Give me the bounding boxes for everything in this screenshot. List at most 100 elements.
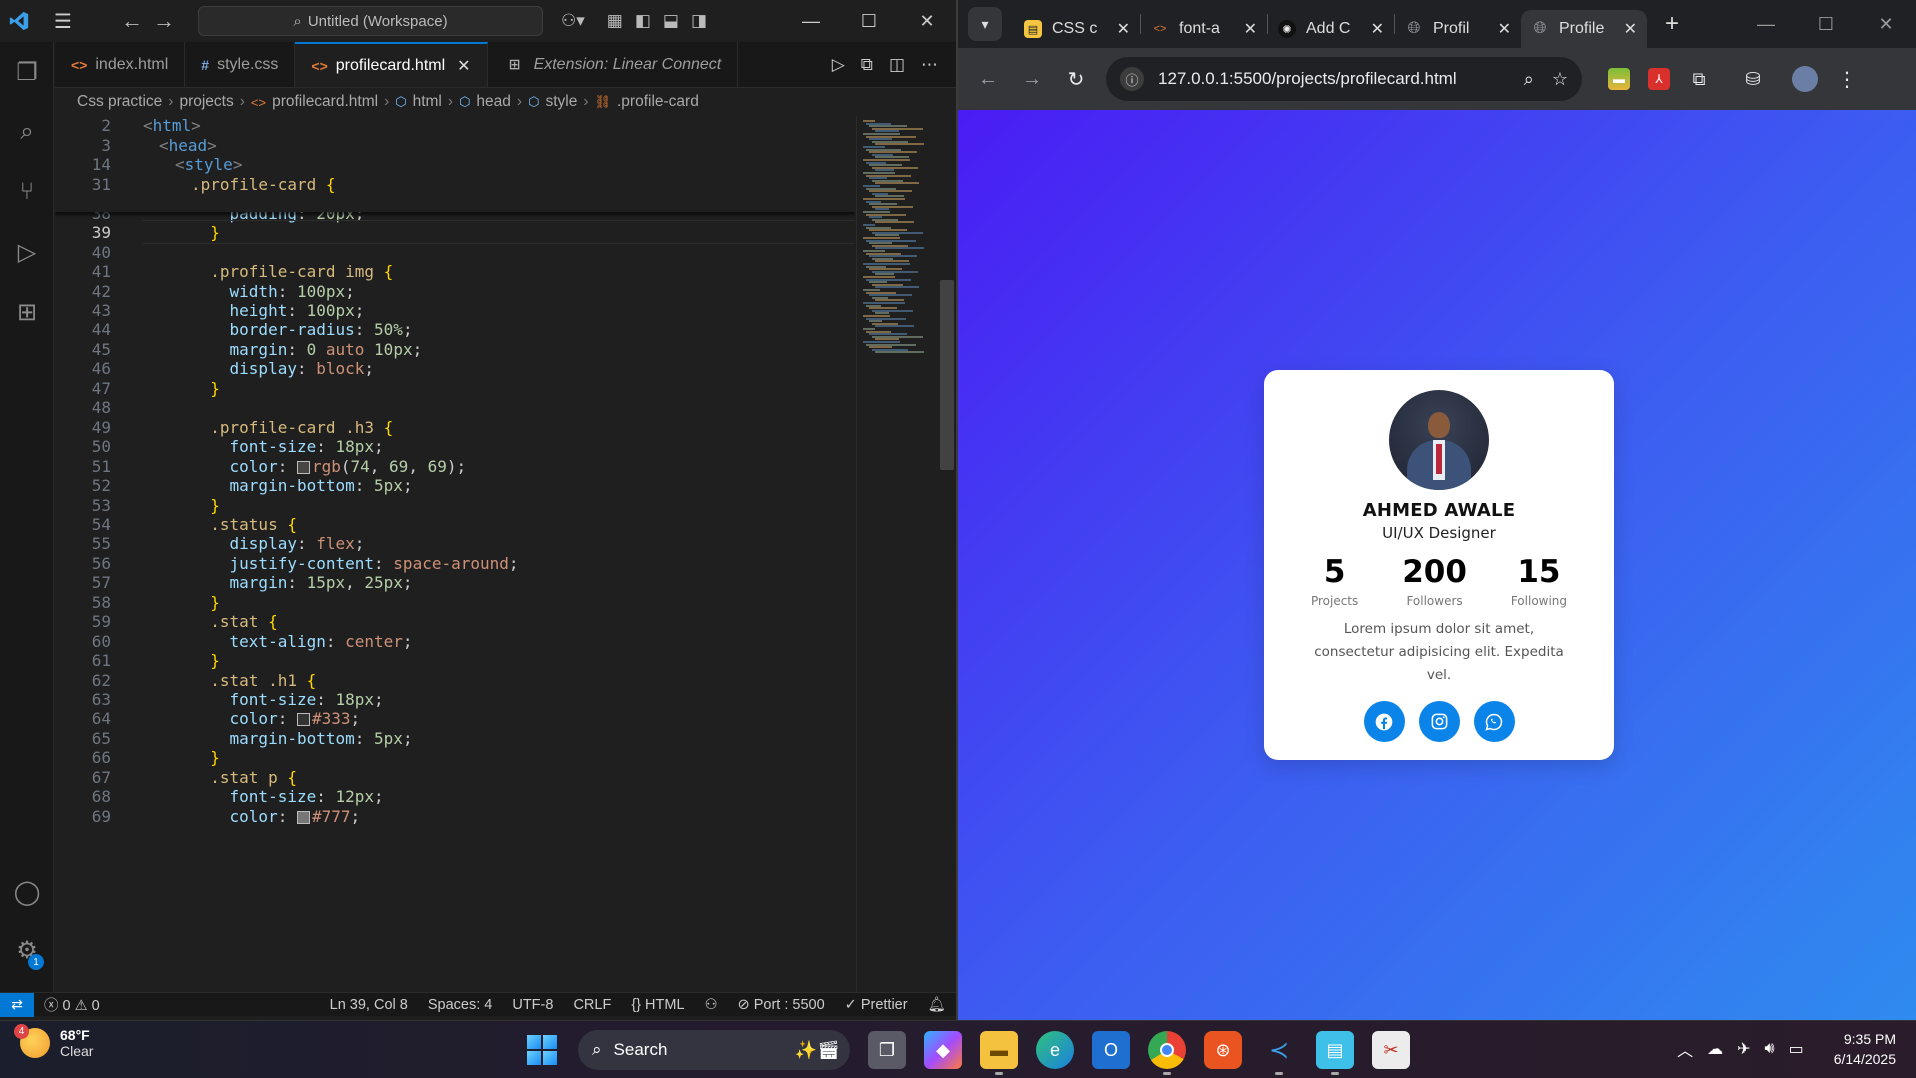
hamburger-menu-icon[interactable]: ☰: [38, 9, 88, 34]
instagram-icon[interactable]: [1418, 701, 1460, 742]
run-debug-icon[interactable]: ▷: [0, 222, 54, 282]
encoding[interactable]: UTF-8: [502, 997, 563, 1013]
extensions-icon[interactable]: ⊞: [0, 282, 54, 342]
command-center-search[interactable]: ⌕ Untitled (Workspace): [198, 6, 543, 36]
prettier-status[interactable]: ✓ Prettier: [835, 997, 918, 1013]
search-icon[interactable]: ⌕: [0, 102, 54, 162]
close-tab-icon[interactable]: ✕: [1498, 19, 1511, 39]
tab-extension-linear-connect[interactable]: ⊞ Extension: Linear Connect: [488, 42, 739, 87]
snipping-tool-icon[interactable]: ✂: [1372, 1031, 1410, 1069]
browser-tab[interactable]: 🌐︎ Profil ✕: [1395, 10, 1521, 48]
copilot-icon[interactable]: ⚇▾: [561, 11, 585, 31]
bookmark-star-icon[interactable]: ☆: [1552, 69, 1568, 90]
tab-index-html[interactable]: <> index.html: [55, 42, 186, 87]
extension-dictionary-icon[interactable]: ▬: [1608, 68, 1630, 90]
back-arrow-icon[interactable]: ←: [116, 8, 148, 34]
browser-tab[interactable]: ▤ CSS c ✕: [1014, 10, 1140, 48]
browser-menu-icon[interactable]: ⋮: [1836, 68, 1858, 91]
indentation[interactable]: Spaces: 4: [418, 997, 503, 1013]
weather-widget[interactable]: 4 68°F Clear: [14, 1024, 93, 1059]
editor-scrollbar[interactable]: [940, 280, 954, 470]
tab-style-css[interactable]: # style.css: [185, 42, 296, 87]
address-bar[interactable]: ⓘ 127.0.0.1:5500/projects/profilecard.ht…: [1106, 57, 1582, 101]
cursor-position[interactable]: Ln 39, Col 8: [320, 997, 418, 1013]
browser-tab-active[interactable]: 🌐︎ Profile ✕: [1521, 10, 1647, 48]
zoom-icon[interactable]: ⌕: [1524, 69, 1534, 90]
tab-search-dropdown-icon[interactable]: ▾: [968, 7, 1002, 41]
tab-profilecard-html[interactable]: <> profilecard.html ✕: [295, 42, 488, 87]
close-tab-icon[interactable]: ✕: [1117, 19, 1130, 39]
breadcrumb-item[interactable]: head: [476, 93, 510, 111]
battery-icon[interactable]: ▭: [1789, 1039, 1804, 1059]
extension-pdf-icon[interactable]: ⅄: [1648, 68, 1670, 90]
layout-customize-icon[interactable]: ▦: [607, 11, 623, 31]
forward-arrow-icon[interactable]: →: [148, 8, 180, 34]
onedrive-cloud-icon[interactable]: ☁: [1707, 1039, 1723, 1059]
close-tab-icon[interactable]: ✕: [1371, 19, 1384, 39]
notepad-icon[interactable]: ▤: [1316, 1031, 1354, 1075]
ubuntu-icon[interactable]: ⊛: [1204, 1031, 1242, 1069]
browser-tab[interactable]: <> font-a ✕: [1141, 10, 1267, 48]
code-line[interactable]: 69 color: #777;: [55, 804, 360, 828]
forward-arrow-icon[interactable]: →: [1010, 68, 1054, 91]
close-tab-icon[interactable]: ✕: [1624, 19, 1637, 39]
notifications-bell-icon[interactable]: 🔔︎: [918, 996, 956, 1013]
back-arrow-icon[interactable]: ←: [966, 68, 1010, 91]
code-editor[interactable]: 2 <html> 3 <head> 14 <style> 31 .profile-card {…: [55, 116, 855, 992]
outlook-icon[interactable]: O: [1092, 1031, 1130, 1069]
close-tab-icon[interactable]: ✕: [1244, 19, 1257, 39]
language-mode[interactable]: {} HTML: [621, 997, 694, 1013]
maximize-button[interactable]: ☐: [840, 11, 898, 32]
edge-browser-icon[interactable]: e: [1036, 1031, 1074, 1069]
minimap[interactable]: [856, 116, 938, 992]
breadcrumb-item[interactable]: style: [545, 93, 577, 111]
copilot-app-icon[interactable]: ◆: [924, 1031, 962, 1069]
settings-gear-icon[interactable]: ⚙ 1: [0, 920, 54, 980]
close-button[interactable]: ✕: [898, 11, 956, 32]
toggle-sidebar-icon[interactable]: ◧: [635, 11, 651, 31]
more-actions-icon[interactable]: ⋯: [921, 55, 938, 75]
chevron-up-icon[interactable]: ︿: [1677, 1037, 1693, 1061]
remote-indicator-icon[interactable]: ⇄: [0, 992, 34, 1017]
task-view-icon[interactable]: ❐: [868, 1031, 906, 1069]
file-explorer-icon[interactable]: ▬: [980, 1031, 1018, 1075]
breadcrumb-item[interactable]: html: [413, 93, 442, 111]
live-server-port[interactable]: ⊘ Port : 5500: [728, 997, 835, 1013]
clock[interactable]: 9:35 PM 6/14/2025: [1834, 1029, 1896, 1069]
volume-icon[interactable]: 🔊︎: [1764, 1040, 1774, 1058]
whatsapp-icon[interactable]: [1473, 701, 1515, 742]
vscode-app-icon[interactable]: ≺: [1260, 1031, 1298, 1075]
incognito-icon[interactable]: ⛁: [1742, 68, 1764, 90]
reload-icon[interactable]: ↻: [1054, 67, 1098, 92]
new-tab-button[interactable]: +: [1655, 10, 1689, 38]
sticky-scroll-header[interactable]: 2 <html> 3 <head> 14 <style> 31 .profile-card {: [55, 116, 855, 212]
sticky-code-line[interactable]: 31 .profile-card {: [55, 173, 336, 197]
windows-start-icon[interactable]: [524, 1032, 560, 1068]
extensions-puzzle-icon[interactable]: ⧉: [1688, 68, 1710, 90]
open-preview-icon[interactable]: ⧉: [861, 55, 873, 75]
browser-minimize-button[interactable]: —: [1736, 14, 1796, 35]
source-control-icon[interactable]: ⑂: [0, 162, 54, 222]
breadcrumb-item[interactable]: profilecard.html: [272, 93, 378, 111]
end-of-line[interactable]: CRLF: [563, 997, 621, 1013]
breadcrumb-item[interactable]: projects: [179, 93, 233, 111]
breadcrumb-item[interactable]: .profile-card: [617, 93, 699, 111]
minimize-button[interactable]: —: [782, 11, 840, 32]
facebook-icon[interactable]: [1363, 701, 1405, 742]
chrome-icon[interactable]: [1148, 1031, 1186, 1075]
profile-avatar[interactable]: [1792, 66, 1818, 92]
browser-maximize-button[interactable]: ☐: [1796, 14, 1856, 35]
site-info-icon[interactable]: ⓘ: [1120, 67, 1144, 91]
taskbar-search[interactable]: ⌕ Search ✨🎬︎: [578, 1030, 850, 1070]
problems-indicator[interactable]: ⓧ 0 ⚠ 0: [34, 994, 110, 1015]
run-icon[interactable]: ▷: [832, 55, 845, 75]
close-tab-icon[interactable]: ✕: [457, 56, 470, 76]
breadcrumb-item[interactable]: Css practice: [77, 93, 162, 111]
airplane-mode-icon[interactable]: ✈: [1737, 1039, 1750, 1059]
split-editor-icon[interactable]: ◫: [889, 55, 905, 75]
explorer-icon[interactable]: ❐: [0, 42, 54, 102]
browser-close-button[interactable]: ✕: [1856, 14, 1916, 35]
accounts-icon[interactable]: ◯: [0, 862, 54, 922]
copilot-status-icon[interactable]: ⚇: [695, 997, 728, 1013]
toggle-secondary-sidebar-icon[interactable]: ◨: [691, 11, 707, 31]
